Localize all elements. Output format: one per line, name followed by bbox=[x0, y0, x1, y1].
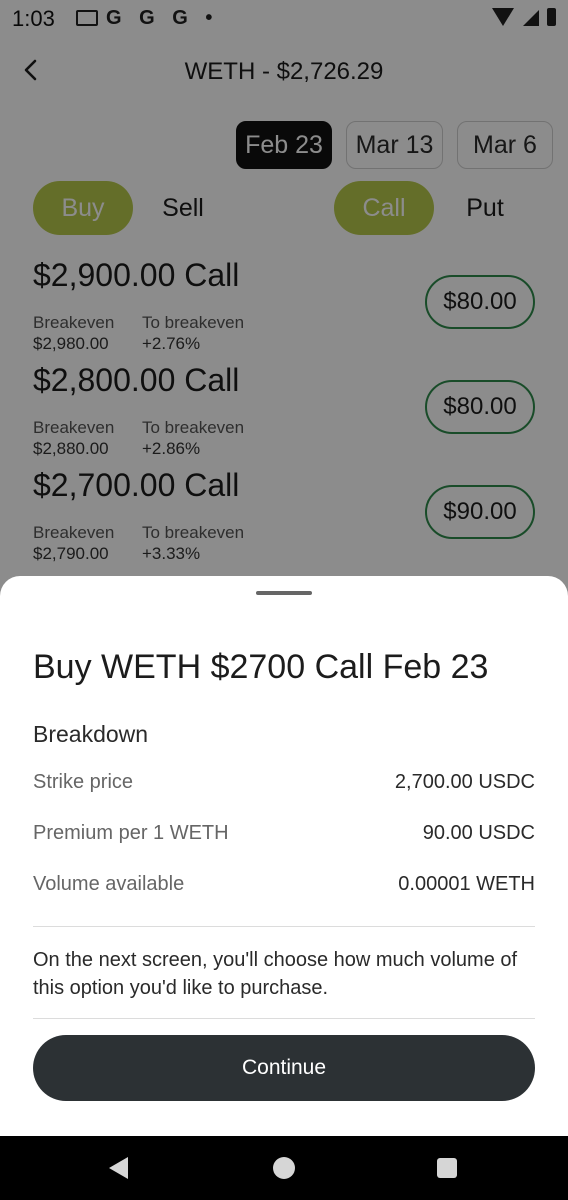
purchase-bottom-sheet: Buy WETH $2700 Call Feb 23 Breakdown Str… bbox=[0, 576, 568, 1136]
premium-value: 90.00 USDC bbox=[422, 822, 535, 844]
nav-back-icon[interactable] bbox=[109, 1157, 128, 1179]
sheet-drag-handle[interactable] bbox=[256, 591, 312, 595]
nav-recents-icon[interactable] bbox=[437, 1158, 457, 1178]
volume-available-value: 0.00001 WETH bbox=[398, 873, 535, 895]
strike-price-label: Strike price bbox=[33, 771, 134, 793]
next-screen-note: On the next screen, you'll choose how mu… bbox=[33, 949, 518, 999]
breakdown-heading: Breakdown bbox=[33, 721, 149, 747]
continue-button[interactable]: Continue bbox=[33, 1035, 535, 1101]
system-nav-bar bbox=[0, 1136, 568, 1200]
sheet-title: Buy WETH $2700 Call Feb 23 bbox=[33, 648, 489, 686]
volume-available-label: Volume available bbox=[33, 873, 185, 895]
strike-price-value: 2,700.00 USDC bbox=[394, 771, 535, 793]
divider bbox=[33, 1018, 535, 1019]
premium-label: Premium per 1 WETH bbox=[33, 822, 229, 844]
nav-home-icon[interactable] bbox=[273, 1157, 295, 1179]
divider bbox=[33, 926, 535, 927]
